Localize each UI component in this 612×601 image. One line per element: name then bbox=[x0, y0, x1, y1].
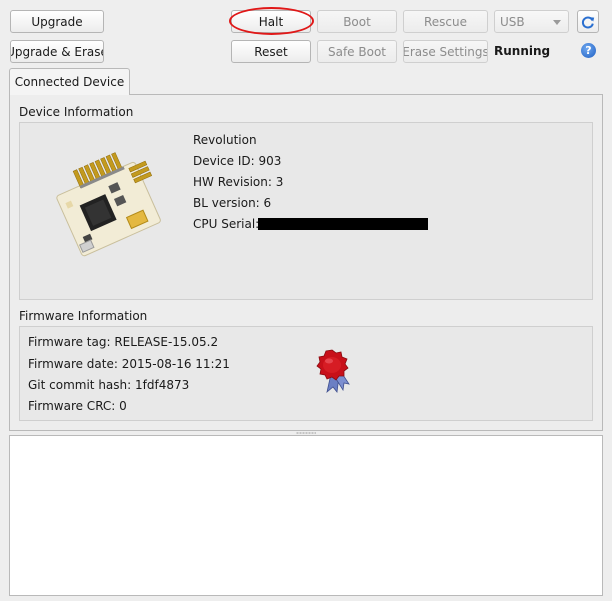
safe-boot-button[interactable]: Safe Boot bbox=[317, 40, 397, 63]
device-id: Device ID: 903 bbox=[193, 154, 282, 168]
splitter-handle[interactable] bbox=[296, 432, 316, 434]
firmware-date: Firmware date: 2015-08-16 11:21 bbox=[28, 357, 230, 371]
refresh-icon bbox=[581, 16, 595, 28]
certified-seal-icon bbox=[316, 349, 350, 394]
port-select[interactable]: USB bbox=[494, 10, 569, 33]
boot-button[interactable]: Boot bbox=[317, 10, 397, 33]
firmware-info-title: Firmware Information bbox=[19, 309, 148, 323]
halt-button[interactable]: Halt bbox=[231, 10, 311, 33]
upgrade-erase-button[interactable]: Upgrade & Erase bbox=[10, 40, 104, 63]
firmware-crc: Firmware CRC: 0 bbox=[28, 399, 127, 413]
bl-version: BL version: 6 bbox=[193, 196, 272, 210]
git-commit-hash: Git commit hash: 1fdf4873 bbox=[28, 378, 190, 392]
port-select-value: USB bbox=[500, 14, 525, 29]
device-info-title: Device Information bbox=[19, 105, 134, 119]
tab-connected-device[interactable]: Connected Device bbox=[9, 68, 130, 95]
reset-button[interactable]: Reset bbox=[231, 40, 311, 63]
erase-settings-button[interactable]: Erase Settings bbox=[403, 40, 488, 63]
cpu-serial-redaction bbox=[258, 218, 428, 230]
hw-revision: HW Revision: 3 bbox=[193, 175, 284, 189]
cpu-serial-label: CPU Serial: bbox=[193, 217, 260, 231]
refresh-button[interactable] bbox=[577, 10, 599, 33]
firmware-tag: Firmware tag: RELEASE-15.05.2 bbox=[28, 335, 219, 349]
chevron-down-icon bbox=[553, 20, 561, 25]
board-name: Revolution bbox=[193, 133, 257, 147]
rescue-button[interactable]: Rescue bbox=[403, 10, 488, 33]
board-image bbox=[56, 152, 161, 257]
help-icon[interactable]: ? bbox=[581, 43, 596, 58]
log-output-area[interactable] bbox=[9, 435, 603, 596]
upgrade-button[interactable]: Upgrade bbox=[10, 10, 104, 33]
status-label: Running bbox=[494, 44, 551, 58]
